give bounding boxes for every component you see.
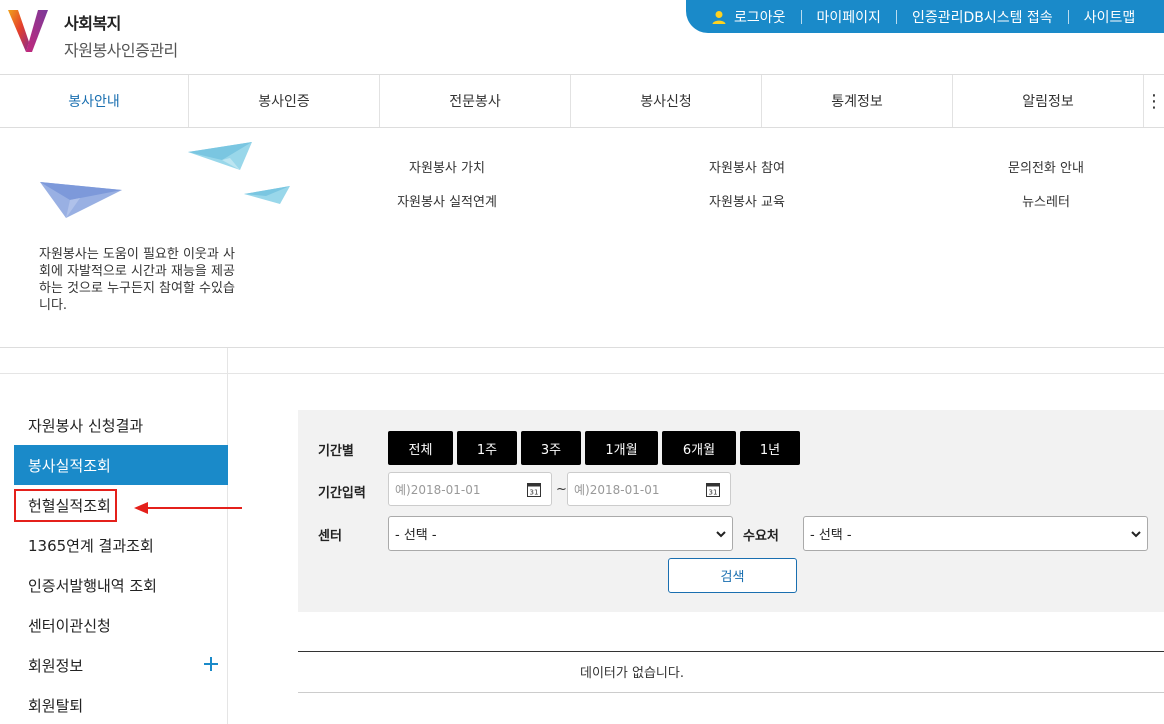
util-separator	[800, 9, 802, 24]
gnb-item-notice[interactable]: 알림정보	[953, 75, 1144, 127]
highlight-box: 헌혈실적조회	[14, 488, 117, 522]
lnb-item-certificate-history[interactable]: 인증서발행내역 조회	[14, 565, 228, 605]
center-selected-value: - 선택 -	[395, 528, 437, 543]
mega-link-education[interactable]: 자원봉사 교육	[709, 191, 785, 210]
logo-subtitle: 자원봉사인증관리	[64, 41, 178, 60]
gnb-more-icon[interactable]: ⋮	[1144, 75, 1164, 127]
mega-description: 자원봉사는 도움이 필요한 이웃과 사회에 자발적으로 시간과 재능을 제공하는…	[39, 247, 235, 313]
mega-link-record-link[interactable]: 자원봉사 실적연계	[397, 191, 497, 210]
logout-label: 로그아웃	[734, 9, 786, 26]
period-1week-button[interactable]: 1주	[457, 431, 517, 465]
calendar-icon[interactable]: 31	[706, 482, 720, 497]
lnb-item-withdraw[interactable]: 회원탈퇴	[14, 685, 228, 724]
gnb-item-apply[interactable]: 봉사신청	[571, 75, 762, 127]
gnb-item-statistics[interactable]: 통계정보	[762, 75, 953, 127]
demand-selected-value: - 선택 -	[810, 528, 852, 543]
demand-label: 수요처	[743, 529, 779, 544]
period-1year-button[interactable]: 1년	[740, 431, 800, 465]
divider	[298, 692, 1164, 693]
lnb-item-service-record[interactable]: 봉사실적조회	[14, 445, 228, 485]
side-navigation: 자원봉사 신청결과 봉사실적조회 헌혈실적조회 1365연계 결과조회 인증서발…	[14, 405, 228, 724]
lnb-item-1365-result[interactable]: 1365연계 결과조회	[14, 525, 228, 565]
date-range-label: 기간입력	[318, 486, 366, 501]
main-navigation: 봉사안내 봉사인증 전문봉사 봉사신청 통계정보 알림정보 ⋮	[0, 74, 1164, 128]
svg-text:31: 31	[709, 489, 718, 497]
util-separator	[1067, 9, 1069, 24]
search-button[interactable]: 검색	[668, 558, 797, 593]
demand-select[interactable]: - 선택 -	[803, 516, 1148, 551]
mega-link-phone-guide[interactable]: 문의전화 안내	[1008, 157, 1084, 176]
annotation-arrow-icon	[134, 502, 242, 514]
date-from-placeholder: 예)2018-01-01	[395, 482, 481, 497]
plus-icon[interactable]	[204, 657, 218, 671]
date-to-input[interactable]: 예)2018-01-01 31	[567, 472, 731, 506]
center-select[interactable]: - 선택 -	[388, 516, 733, 551]
lnb-item-center-transfer[interactable]: 센터이관신청	[14, 605, 228, 645]
lnb-item-member-info[interactable]: 회원정보	[14, 645, 228, 685]
mega-menu: 자원봉사는 도움이 필요한 이웃과 사회에 자발적으로 시간과 재능을 제공하는…	[0, 128, 1164, 348]
lnb-item-label: 회원정보	[28, 656, 84, 675]
header: 사회복지 자원봉사인증관리 로그아웃 마이페이지 인증관리DB시스템 접속 사이…	[0, 0, 1164, 74]
gnb-item-certification[interactable]: 봉사인증	[189, 75, 380, 127]
no-data-message: 데이터가 없습니다.	[580, 666, 684, 681]
date-separator: ~	[556, 482, 567, 497]
gnb-item-service-guide[interactable]: 봉사안내	[0, 75, 189, 127]
lnb-item-apply-result[interactable]: 자원봉사 신청결과	[14, 405, 228, 445]
paper-planes-illustration	[40, 142, 290, 218]
utility-bar: 로그아웃 마이페이지 인증관리DB시스템 접속 사이트맵	[686, 0, 1164, 33]
util-separator	[895, 9, 897, 24]
divider	[298, 651, 1164, 652]
period-label: 기간별	[318, 444, 354, 459]
gnb-item-professional[interactable]: 전문봉사	[380, 75, 571, 127]
logo-v-icon	[8, 10, 48, 52]
mega-link-newsletter[interactable]: 뉴스레터	[1022, 191, 1070, 210]
period-1month-button[interactable]: 1개월	[585, 431, 658, 465]
date-to-placeholder: 예)2018-01-01	[574, 482, 660, 497]
divider	[0, 373, 1164, 374]
mega-link-value[interactable]: 자원봉사 가치	[409, 157, 485, 176]
svg-text:31: 31	[530, 489, 539, 497]
period-all-button[interactable]: 전체	[388, 431, 453, 465]
mega-link-participation[interactable]: 자원봉사 참여	[709, 157, 785, 176]
chevron-down-icon	[1131, 531, 1141, 538]
mypage-link[interactable]: 마이페이지	[817, 7, 881, 27]
sitemap-link[interactable]: 사이트맵	[1084, 7, 1136, 27]
period-3week-button[interactable]: 3주	[521, 431, 581, 465]
db-system-link[interactable]: 인증관리DB시스템 접속	[912, 7, 1053, 27]
search-panel: 기간별 전체 1주 3주 1개월 6개월 1년 기간입력 예)2018-01-0…	[298, 410, 1164, 612]
logout-link[interactable]: 로그아웃	[712, 7, 786, 27]
chevron-down-icon	[716, 531, 726, 538]
date-from-input[interactable]: 예)2018-01-01 31	[388, 472, 552, 506]
calendar-icon[interactable]: 31	[527, 482, 541, 497]
site-logo[interactable]: 사회복지 자원봉사인증관리	[6, 6, 206, 60]
user-icon	[712, 10, 726, 24]
logo-title: 사회복지	[64, 14, 121, 33]
period-6month-button[interactable]: 6개월	[662, 431, 736, 465]
center-label: 센터	[318, 529, 342, 544]
